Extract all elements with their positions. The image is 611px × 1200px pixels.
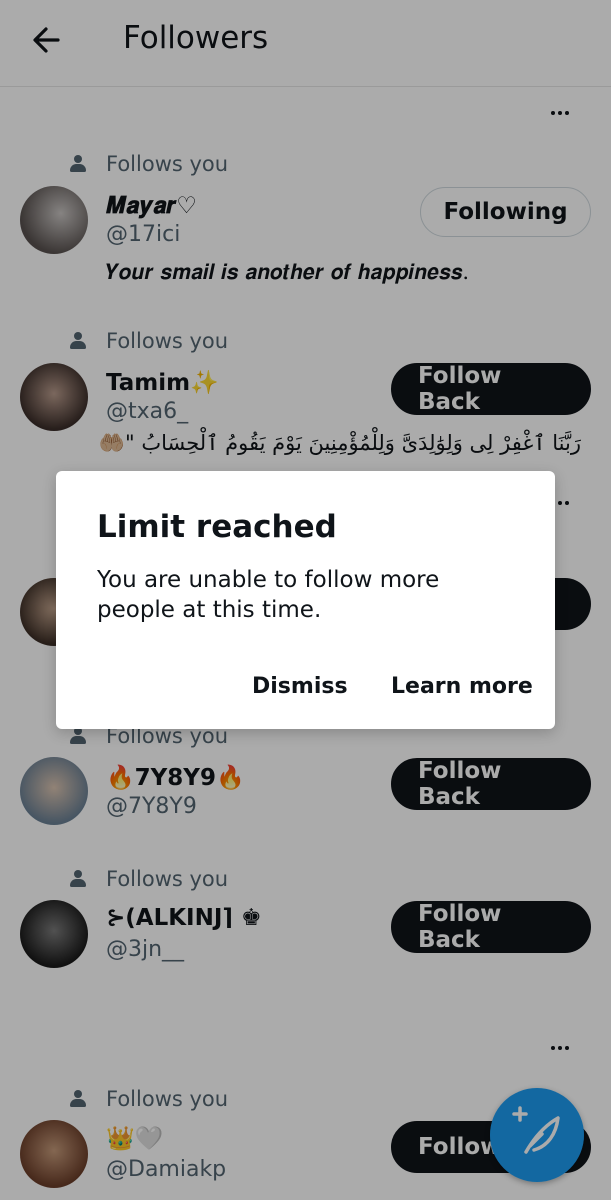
limit-reached-dialog: Limit reached You are unable to follow m… [56,471,555,729]
learn-more-button[interactable]: Learn more [391,674,533,699]
dismiss-button[interactable]: Dismiss [252,674,348,699]
fab-scrim [490,1088,584,1182]
dialog-message: You are unable to follow more people at … [97,567,440,623]
dialog-title: Limit reached [97,509,337,545]
